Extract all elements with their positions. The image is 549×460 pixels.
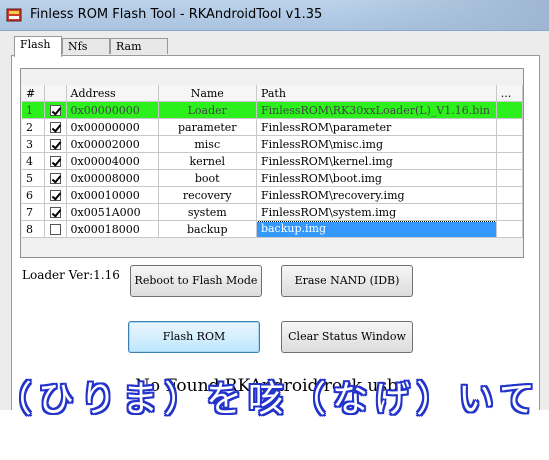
row-number: 1 <box>22 101 46 119</box>
row-path[interactable]: FinlessROM\system.img <box>256 203 497 221</box>
row-number: 5 <box>22 169 46 187</box>
row-path[interactable]: FinlessROM\RK30xxLoader(L)_V1.16.bin <box>256 101 497 119</box>
row-path[interactable]: FinlessROM\boot.img <box>256 169 497 187</box>
col-header-more[interactable]: ... <box>496 85 524 102</box>
row-browse[interactable] <box>496 203 524 221</box>
col-header-path[interactable]: Path <box>256 85 497 102</box>
image-table: # Address Name Path ... 1 0x00000000 Loade… <box>22 85 524 238</box>
app-window: Finless ROM Flash Tool - RKAndroidTool v… <box>0 0 549 410</box>
row-number: 3 <box>22 135 46 153</box>
checkbox-icon[interactable] <box>49 190 61 201</box>
table-row[interactable]: 8 0x00018000 backup backup.img <box>22 220 524 238</box>
row-name: misc <box>158 135 257 153</box>
row-path[interactable]: FinlessROM\recovery.img <box>256 186 497 204</box>
tab-ram[interactable]: Ram <box>110 38 168 54</box>
row-name: parameter <box>158 118 257 136</box>
table-row[interactable]: 4 0x00004000 kernel FinlessROM\kernel.img <box>22 152 524 170</box>
table-row[interactable]: 3 0x00002000 misc FinlessROM\misc.img <box>22 135 524 153</box>
row-checkbox[interactable] <box>44 101 67 119</box>
row-checkbox[interactable] <box>44 169 67 187</box>
app-icon <box>6 8 22 22</box>
checkbox-icon[interactable] <box>49 207 61 218</box>
row-checkbox[interactable] <box>44 203 67 221</box>
table-row[interactable]: 1 0x00000000 Loader FinlessROM\RK30xxLoader… <box>22 101 524 119</box>
row-path[interactable]: FinlessROM\parameter <box>256 118 497 136</box>
row-address: 0x00004000 <box>66 152 159 170</box>
checkbox-icon[interactable] <box>49 139 61 150</box>
row-name: recovery <box>158 186 257 204</box>
checkbox-icon[interactable] <box>49 173 61 184</box>
row-browse[interactable] <box>496 220 524 238</box>
row-name: Loader <box>158 101 257 119</box>
col-header-name[interactable]: Name <box>158 85 257 102</box>
tab-flash[interactable]: Flash <box>14 36 62 57</box>
checkbox-icon[interactable] <box>49 122 61 133</box>
row-address: 0x00008000 <box>66 169 159 187</box>
overlay-caption: （ひりま）を咳（なげ）いて <box>0 379 541 420</box>
row-checkbox[interactable] <box>44 186 67 204</box>
row-path-editor[interactable]: backup.img <box>256 220 496 237</box>
row-browse[interactable] <box>496 118 524 136</box>
window-title: Finless ROM Flash Tool - RKAndroidTool v… <box>30 7 323 22</box>
row-checkbox[interactable] <box>44 152 67 170</box>
row-name: kernel <box>158 152 257 170</box>
table-row[interactable]: 6 0x00010000 recovery FinlessROM\recovery.i… <box>22 186 524 204</box>
image-list-body: # Address Name Path ... 1 0x00000000 Loade… <box>22 85 524 238</box>
row-name: system <box>158 203 257 221</box>
row-checkbox[interactable] <box>44 135 67 153</box>
row-checkbox[interactable] <box>44 220 67 238</box>
row-address: 0x00018000 <box>66 220 159 238</box>
row-address: 0x00002000 <box>66 135 159 153</box>
row-checkbox[interactable] <box>44 118 67 136</box>
image-list-grid[interactable]: # Address Name Path ... 1 0x00000000 Loade… <box>20 68 524 258</box>
table-row[interactable]: 2 0x00000000 parameter FinlessROM\parameter <box>22 118 524 136</box>
table-header-row: # Address Name Path ... <box>22 85 524 102</box>
checkbox-icon[interactable] <box>49 105 61 116</box>
row-address: 0x00000000 <box>66 101 159 119</box>
flash-rom-button[interactable]: Flash ROM <box>128 321 260 353</box>
tab-nfs[interactable]: Nfs <box>62 38 110 54</box>
col-header-check[interactable] <box>44 85 67 102</box>
row-number: 4 <box>22 152 46 170</box>
row-browse[interactable] <box>496 101 524 119</box>
title-bar-ghost <box>339 0 549 30</box>
row-number: 7 <box>22 203 46 221</box>
reboot-flash-mode-button[interactable]: Reboot to Flash Mode <box>130 265 262 297</box>
row-path[interactable]: FinlessROM\kernel.img <box>256 152 497 170</box>
row-address: 0x00000000 <box>66 118 159 136</box>
row-path[interactable]: backup.img <box>256 220 497 238</box>
row-number: 2 <box>22 118 46 136</box>
erase-nand-button[interactable]: Erase NAND (IDB) <box>281 265 413 297</box>
row-number: 6 <box>22 186 46 204</box>
row-path[interactable]: FinlessROM\misc.img <box>256 135 497 153</box>
col-header-num[interactable]: # <box>22 85 46 102</box>
row-browse[interactable] <box>496 152 524 170</box>
table-row[interactable]: 5 0x00008000 boot FinlessROM\boot.img <box>22 169 524 187</box>
row-name: backup <box>158 220 257 238</box>
row-address: 0x0051A000 <box>66 203 159 221</box>
row-name: boot <box>158 169 257 187</box>
table-row[interactable]: 7 0x0051A000 system FinlessROM\system.img <box>22 203 524 221</box>
loader-version-label: Loader Ver:1.16 <box>22 268 120 282</box>
row-browse[interactable] <box>496 169 524 187</box>
col-header-address[interactable]: Address <box>66 85 159 102</box>
checkbox-icon[interactable] <box>49 156 61 167</box>
clear-status-button[interactable]: Clear Status Window <box>281 321 413 353</box>
row-browse[interactable] <box>496 186 524 204</box>
title-bar[interactable]: Finless ROM Flash Tool - RKAndroidTool v… <box>0 0 549 31</box>
row-address: 0x00010000 <box>66 186 159 204</box>
row-number: 8 <box>22 220 46 238</box>
checkbox-icon[interactable] <box>49 224 61 235</box>
row-browse[interactable] <box>496 135 524 153</box>
